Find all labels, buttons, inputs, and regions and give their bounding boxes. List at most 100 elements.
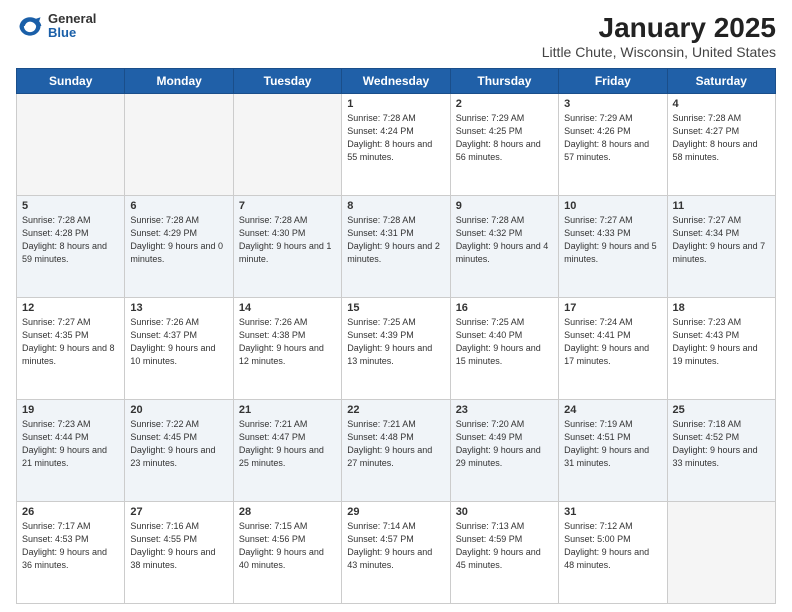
logo-general: General: [48, 12, 96, 26]
day-info: Sunrise: 7:28 AMSunset: 4:29 PMDaylight:…: [130, 214, 227, 266]
calendar-cell: 27 Sunrise: 7:16 AMSunset: 4:55 PMDayligh…: [125, 502, 233, 604]
day-info: Sunrise: 7:26 AMSunset: 4:37 PMDaylight:…: [130, 316, 227, 368]
day-number: 15: [347, 302, 444, 314]
logo-icon: [16, 12, 44, 40]
calendar-cell: 28 Sunrise: 7:15 AMSunset: 4:56 PMDayligh…: [233, 502, 341, 604]
day-info: Sunrise: 7:28 AMSunset: 4:24 PMDaylight:…: [347, 112, 444, 164]
day-number: 3: [564, 98, 661, 110]
day-info: Sunrise: 7:20 AMSunset: 4:49 PMDaylight:…: [456, 418, 553, 470]
day-number: 5: [22, 200, 119, 212]
day-number: 18: [673, 302, 770, 314]
calendar-cell: 18 Sunrise: 7:23 AMSunset: 4:43 PMDayligh…: [667, 298, 775, 400]
day-number: 27: [130, 506, 227, 518]
day-info: Sunrise: 7:23 AMSunset: 4:44 PMDaylight:…: [22, 418, 119, 470]
day-info: Sunrise: 7:21 AMSunset: 4:48 PMDaylight:…: [347, 418, 444, 470]
day-number: 17: [564, 302, 661, 314]
day-number: 31: [564, 506, 661, 518]
calendar-cell: 31 Sunrise: 7:12 AMSunset: 5:00 PMDayligh…: [559, 502, 667, 604]
day-number: 9: [456, 200, 553, 212]
day-info: Sunrise: 7:18 AMSunset: 4:52 PMDaylight:…: [673, 418, 770, 470]
calendar-cell: 8Sunrise: 7:28 AMSunset: 4:31 PMDaylight…: [342, 196, 450, 298]
weekday-header-wednesday: Wednesday: [342, 69, 450, 94]
calendar-cell: 25Sunrise: 7:18 AMSunset: 4:52 PMDayligh…: [667, 400, 775, 502]
day-number: 30: [456, 506, 553, 518]
day-info: Sunrise: 7:21 AMSunset: 4:47 PMDaylight:…: [239, 418, 336, 470]
day-info: Sunrise: 7:22 AMSunset: 4:45 PMDaylight:…: [130, 418, 227, 470]
day-number: 12: [22, 302, 119, 314]
calendar-cell: 24 Sunrise: 7:19 AMSunset: 4:51 PMDayligh…: [559, 400, 667, 502]
weekday-header-tuesday: Tuesday: [233, 69, 341, 94]
day-number: 21: [239, 404, 336, 416]
calendar-cell: 2 Sunrise: 7:29 AMSunset: 4:25 PMDaylight…: [450, 94, 558, 196]
calendar-cell: 21 Sunrise: 7:21 AMSunset: 4:47 PMDayligh…: [233, 400, 341, 502]
weekday-header-thursday: Thursday: [450, 69, 558, 94]
day-info: Sunrise: 7:28 AMSunset: 4:31 PMDaylight:…: [347, 214, 444, 266]
day-number: 11: [673, 200, 770, 212]
day-number: 23: [456, 404, 553, 416]
day-number: 28: [239, 506, 336, 518]
weekday-header-monday: Monday: [125, 69, 233, 94]
day-number: 2: [456, 98, 553, 110]
day-info: Sunrise: 7:19 AMSunset: 4:51 PMDaylight:…: [564, 418, 661, 470]
calendar-cell: 1 Sunrise: 7:28 AMSunset: 4:24 PMDaylight…: [342, 94, 450, 196]
day-info: Sunrise: 7:15 AMSunset: 4:56 PMDaylight:…: [239, 520, 336, 572]
day-number: 1: [347, 98, 444, 110]
day-info: Sunrise: 7:23 AMSunset: 4:43 PMDaylight:…: [673, 316, 770, 368]
calendar-cell: 15 Sunrise: 7:25 AMSunset: 4:39 PMDayligh…: [342, 298, 450, 400]
day-info: Sunrise: 7:27 AMSunset: 4:33 PMDaylight:…: [564, 214, 661, 266]
weekday-header-saturday: Saturday: [667, 69, 775, 94]
day-number: 22: [347, 404, 444, 416]
day-info: Sunrise: 7:25 AMSunset: 4:40 PMDaylight:…: [456, 316, 553, 368]
calendar-cell: [233, 94, 341, 196]
calendar-cell: 6 Sunrise: 7:28 AMSunset: 4:29 PMDaylight…: [125, 196, 233, 298]
calendar-cell: 23 Sunrise: 7:20 AMSunset: 4:49 PMDayligh…: [450, 400, 558, 502]
calendar-cell: 17 Sunrise: 7:24 AMSunset: 4:41 PMDayligh…: [559, 298, 667, 400]
calendar-cell: 12 Sunrise: 7:27 AMSunset: 4:35 PMDayligh…: [17, 298, 125, 400]
day-number: 10: [564, 200, 661, 212]
day-number: 20: [130, 404, 227, 416]
day-number: 26: [22, 506, 119, 518]
day-info: Sunrise: 7:27 AMSunset: 4:35 PMDaylight:…: [22, 316, 119, 368]
weekday-header-friday: Friday: [559, 69, 667, 94]
calendar-cell: 29Sunrise: 7:14 AMSunset: 4:57 PMDayligh…: [342, 502, 450, 604]
day-number: 19: [22, 404, 119, 416]
day-info: Sunrise: 7:29 AMSunset: 4:25 PMDaylight:…: [456, 112, 553, 164]
day-number: 6: [130, 200, 227, 212]
day-info: Sunrise: 7:24 AMSunset: 4:41 PMDaylight:…: [564, 316, 661, 368]
day-info: Sunrise: 7:26 AMSunset: 4:38 PMDaylight:…: [239, 316, 336, 368]
day-info: Sunrise: 7:16 AMSunset: 4:55 PMDaylight:…: [130, 520, 227, 572]
calendar-cell: 26 Sunrise: 7:17 AMSunset: 4:53 PMDayligh…: [17, 502, 125, 604]
calendar-cell: 7Sunrise: 7:28 AMSunset: 4:30 PMDaylight…: [233, 196, 341, 298]
calendar-cell: 16 Sunrise: 7:25 AMSunset: 4:40 PMDayligh…: [450, 298, 558, 400]
week-row-3: 19 Sunrise: 7:23 AMSunset: 4:44 PMDayligh…: [17, 400, 776, 502]
weekday-header-row: SundayMondayTuesdayWednesdayThursdayFrid…: [17, 69, 776, 94]
calendar-cell: 14 Sunrise: 7:26 AMSunset: 4:38 PMDayligh…: [233, 298, 341, 400]
day-info: Sunrise: 7:25 AMSunset: 4:39 PMDaylight:…: [347, 316, 444, 368]
day-number: 24: [564, 404, 661, 416]
weekday-header-sunday: Sunday: [17, 69, 125, 94]
day-info: Sunrise: 7:17 AMSunset: 4:53 PMDaylight:…: [22, 520, 119, 572]
week-row-2: 12 Sunrise: 7:27 AMSunset: 4:35 PMDayligh…: [17, 298, 776, 400]
day-info: Sunrise: 7:28 AMSunset: 4:28 PMDaylight:…: [22, 214, 119, 266]
calendar-cell: [667, 502, 775, 604]
day-number: 4: [673, 98, 770, 110]
day-info: Sunrise: 7:28 AMSunset: 4:30 PMDaylight:…: [239, 214, 336, 266]
calendar-page: General Blue January 2025 Little Chute, …: [0, 0, 792, 612]
calendar-cell: 13Sunrise: 7:26 AMSunset: 4:37 PMDayligh…: [125, 298, 233, 400]
day-number: 16: [456, 302, 553, 314]
day-number: 29: [347, 506, 444, 518]
day-info: Sunrise: 7:13 AMSunset: 4:59 PMDaylight:…: [456, 520, 553, 572]
calendar-cell: 19 Sunrise: 7:23 AMSunset: 4:44 PMDayligh…: [17, 400, 125, 502]
calendar-cell: 20 Sunrise: 7:22 AMSunset: 4:45 PMDayligh…: [125, 400, 233, 502]
day-info: Sunrise: 7:12 AMSunset: 5:00 PMDaylight:…: [564, 520, 661, 572]
calendar-cell: 11Sunrise: 7:27 AMSunset: 4:34 PMDayligh…: [667, 196, 775, 298]
header: General Blue January 2025 Little Chute, …: [16, 12, 776, 60]
week-row-4: 26 Sunrise: 7:17 AMSunset: 4:53 PMDayligh…: [17, 502, 776, 604]
day-number: 14: [239, 302, 336, 314]
calendar-cell: [125, 94, 233, 196]
title-block: January 2025 Little Chute, Wisconsin, Un…: [542, 12, 776, 60]
calendar-cell: 22 Sunrise: 7:21 AMSunset: 4:48 PMDayligh…: [342, 400, 450, 502]
day-info: Sunrise: 7:28 AMSunset: 4:32 PMDaylight:…: [456, 214, 553, 266]
logo-blue: Blue: [48, 26, 96, 40]
title-month: January 2025: [542, 12, 776, 44]
